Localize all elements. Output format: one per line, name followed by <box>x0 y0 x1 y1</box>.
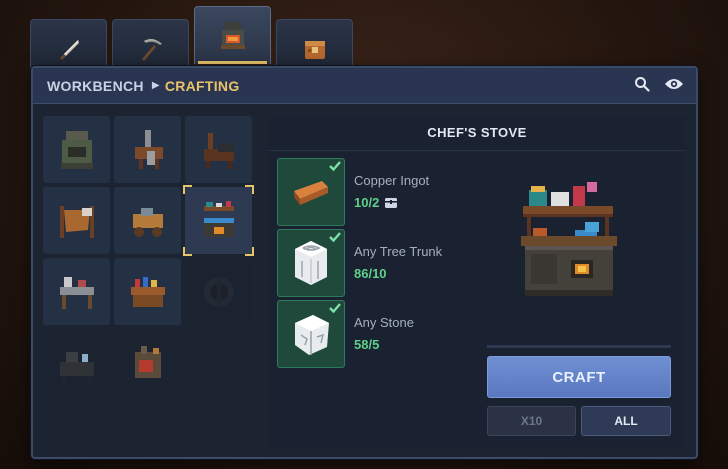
chefs-stove-preview <box>521 182 617 296</box>
craft-all-button[interactable]: ALL <box>581 406 671 436</box>
recipe-slot-anvil[interactable] <box>185 116 252 183</box>
craft-x10-button[interactable]: X10 <box>487 406 576 436</box>
recipe-slot-leather-rack[interactable] <box>43 187 110 254</box>
recipe-title: CHEF'S STOVE <box>427 125 527 140</box>
recipe-slot-sewing-table[interactable] <box>43 258 110 325</box>
ingredient-slot[interactable] <box>277 158 345 226</box>
recipe-slot-locked[interactable] <box>185 258 252 325</box>
crate-icon <box>304 40 325 59</box>
ingredient-slot[interactable] <box>277 300 345 368</box>
recipe-slot-alchemy-table[interactable] <box>114 258 181 325</box>
breadcrumb-arrow-icon: ▶ <box>151 80 160 91</box>
locked-wheel-icon <box>203 276 234 307</box>
knife-icon <box>59 39 79 60</box>
header-actions <box>634 76 684 92</box>
ingredient-name: Any Stone <box>354 315 414 330</box>
chefs-stove-icon <box>203 200 234 237</box>
smelter-icon <box>134 345 161 378</box>
anvil-icon <box>203 132 234 169</box>
panel-header: WORKBENCH ▶ CRAFTING <box>33 68 696 104</box>
breadcrumb-workbench[interactable]: WORKBENCH <box>47 78 144 94</box>
recipe-slot-furnace[interactable] <box>43 116 110 183</box>
tool-station-icon <box>134 129 163 169</box>
tab-workbench[interactable] <box>194 6 271 64</box>
furnace-icon <box>60 130 93 169</box>
ingredient-name: Any Tree Trunk <box>354 244 443 259</box>
workbench-icon <box>220 21 245 49</box>
craft-button[interactable]: CRAFT <box>487 356 671 398</box>
recipe-slot-grill-station[interactable] <box>43 329 110 396</box>
alchemy-table-icon <box>130 276 165 307</box>
leather-rack-icon <box>59 205 94 238</box>
search-icon[interactable] <box>634 76 650 92</box>
eye-icon[interactable] <box>664 77 684 91</box>
ingredient-count: 86/10 <box>354 266 387 281</box>
recipe-detail: CHEF'S STOVE Copper Ingot 10/2 Any Tree … <box>269 116 685 448</box>
ingredient-stone: Any Stone 58/5 <box>277 300 477 368</box>
ingredient-count: 10/2 <box>354 195 380 210</box>
chest-icon <box>385 198 398 208</box>
check-icon <box>329 303 341 314</box>
grill-station-icon <box>59 351 94 382</box>
recipe-slot-tool-station[interactable] <box>114 116 181 183</box>
check-icon <box>329 232 341 243</box>
copper-ingot-icon <box>294 181 328 205</box>
recipe-slot-smelter[interactable] <box>114 329 181 396</box>
craft-progress-track <box>487 345 671 348</box>
ingredient-count-row: 10/2 <box>354 195 398 210</box>
recipe-grid <box>43 116 254 396</box>
sewing-table-icon <box>59 276 94 309</box>
tree-trunk-icon <box>295 241 327 285</box>
ingredient-slot[interactable] <box>277 229 345 297</box>
ingredient-name: Copper Ingot <box>354 173 430 188</box>
title-divider <box>269 150 685 151</box>
ingredient-count: 58/5 <box>354 337 380 352</box>
ingredient-tree-trunk: Any Tree Trunk 86/10 <box>277 229 477 297</box>
breadcrumb-crafting: CRAFTING <box>164 77 240 94</box>
recipe-slot-chefs-stove[interactable] <box>183 185 254 256</box>
check-icon <box>329 161 341 172</box>
recipe-slot-wood-cart[interactable] <box>114 187 181 254</box>
ingredient-copper-ingot: Copper Ingot 10/2 <box>277 158 477 226</box>
crafting-panel: WORKBENCH ▶ CRAFTING CHEF'S STOVE Copper… <box>31 66 698 459</box>
wood-cart-icon <box>132 207 163 237</box>
pickaxe-icon <box>141 38 162 61</box>
stone-icon <box>295 315 329 355</box>
